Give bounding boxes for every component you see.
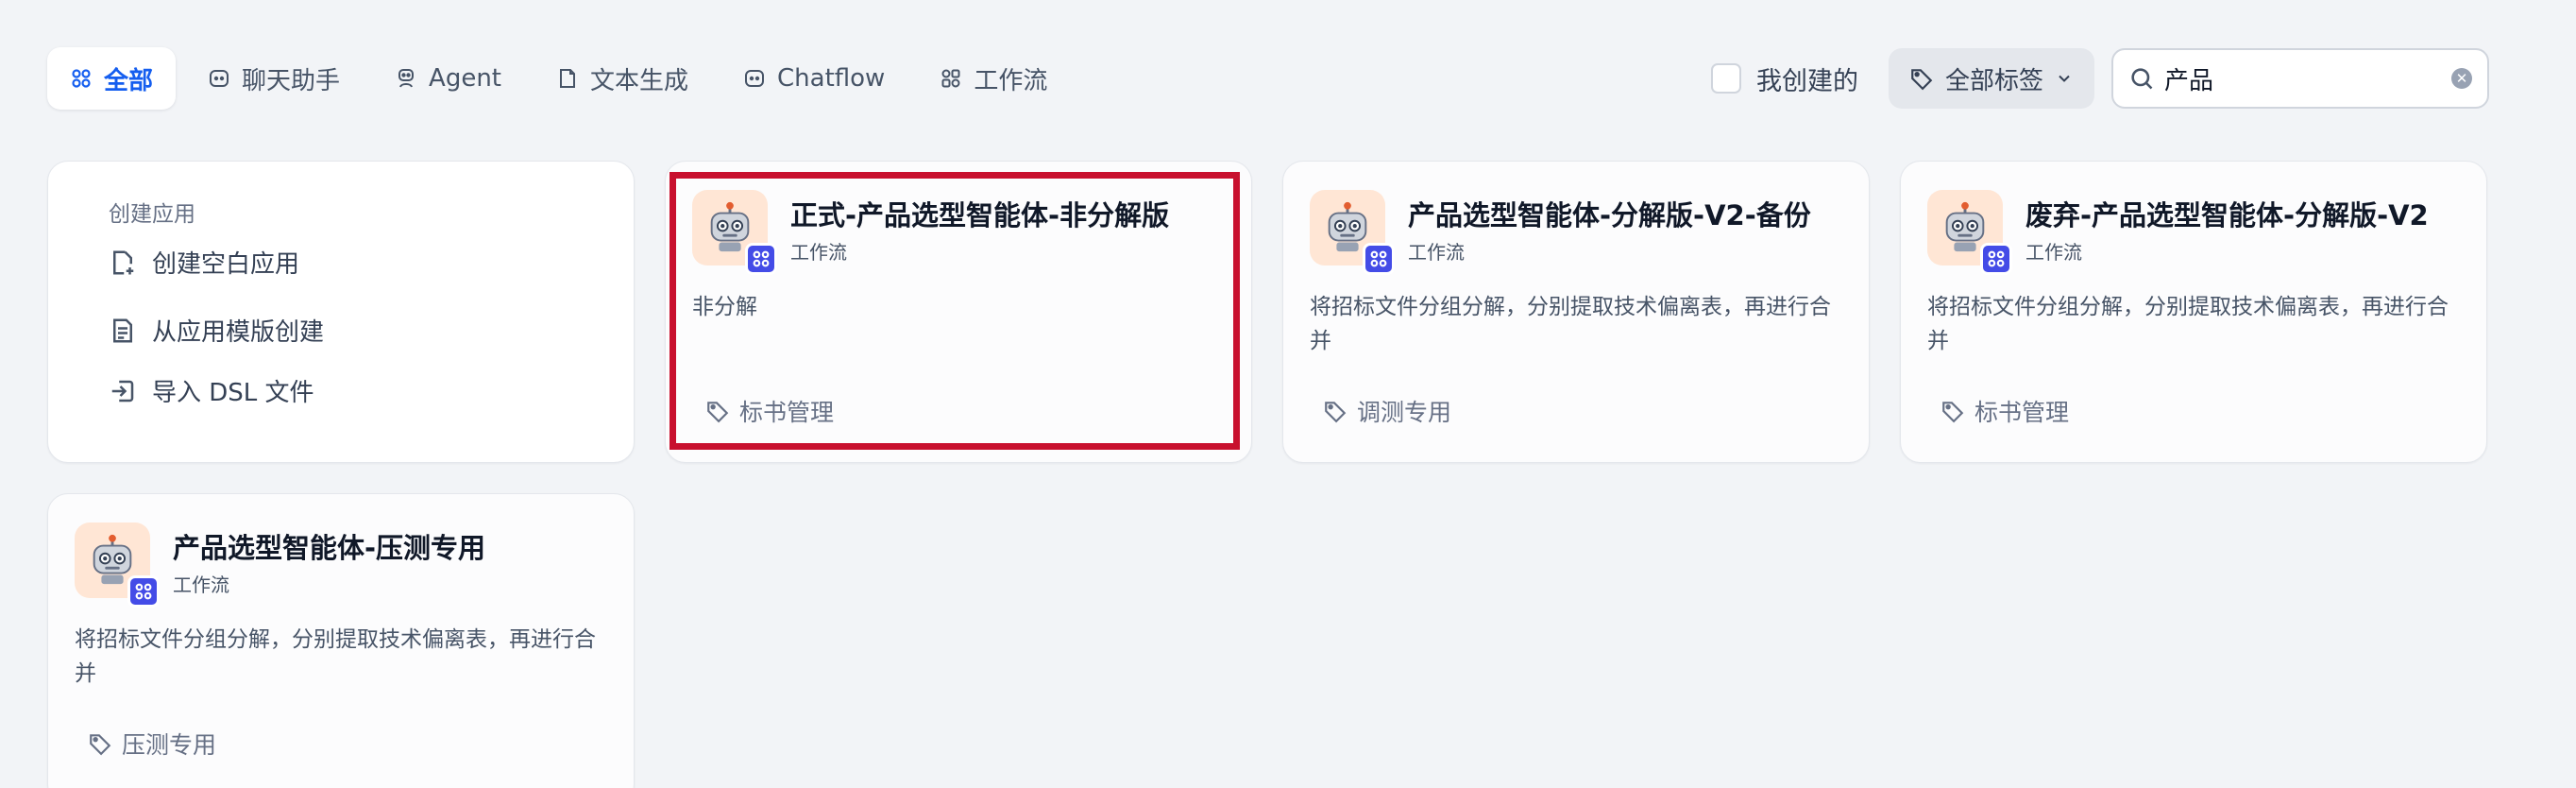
create-item-label: 创建空白应用: [152, 250, 300, 279]
created-by-me-label: 我创建的: [1755, 66, 1858, 96]
tag-icon: [90, 734, 111, 756]
template-icon: [113, 318, 132, 342]
tab-label: 工作流: [974, 66, 1048, 95]
app-description: 将招标文件分组分解，分别提取技术偏离表，再进行合并: [1927, 295, 2449, 353]
app-description: 非分解: [692, 295, 757, 319]
tag-icon: [707, 402, 729, 423]
chat-bot-icon: [210, 70, 229, 87]
tab-workflow[interactable]: 工作流: [917, 47, 1070, 110]
workflow-badge-icon: [127, 575, 160, 608]
app-name: 产品选型智能体-分解版-V2-备份: [1408, 199, 1811, 231]
tab-text-generation[interactable]: 文本生成: [534, 47, 711, 110]
import-icon: [111, 380, 134, 402]
import-dsl-button[interactable]: 导入 DSL 文件: [109, 373, 314, 408]
app-tag-label: 标书管理: [1974, 399, 2070, 426]
app-tag[interactable]: 调测专用: [1323, 394, 1451, 428]
app-description: 将招标文件分组分解，分别提取技术偏离表，再进行合并: [75, 627, 596, 686]
app-card[interactable]: 产品选型智能体-压测专用 工作流 将招标文件分组分解，分别提取技术偏离表，再进行…: [47, 493, 635, 788]
search-icon: [2131, 68, 2153, 90]
app-icon: [1927, 190, 2012, 275]
file-plus-icon: [113, 250, 134, 274]
app-mode: 工作流: [173, 574, 229, 596]
create-item-label: 从应用模版创建: [152, 318, 325, 347]
search-box: ✕: [2111, 48, 2489, 109]
filter-bar: 我创建的 全部标签 ✕: [1710, 48, 2489, 109]
tab-label: 聊天助手: [242, 66, 341, 95]
tag-icon: [1911, 69, 1933, 91]
clear-search-icon[interactable]: ✕: [2451, 68, 2472, 89]
app-mode: 工作流: [1408, 241, 1465, 264]
tag-filter-label: 全部标签: [1944, 66, 2043, 95]
tab-chatflow[interactable]: Chatflow: [720, 47, 907, 110]
app-name: 正式-产品选型智能体-非分解版: [790, 199, 1170, 231]
create-from-template-button[interactable]: 从应用模版创建: [109, 313, 324, 348]
tab-agent[interactable]: Agent: [372, 47, 524, 110]
tag-filter-dropdown[interactable]: 全部标签: [1888, 48, 2094, 109]
create-app-title: 创建应用: [109, 202, 195, 227]
tab-label: Chatflow: [777, 64, 886, 93]
tab-all[interactable]: 全部: [47, 47, 177, 110]
grid-icon: [72, 69, 91, 88]
chevron-down-icon: [2059, 75, 2070, 82]
create-item-label: 导入 DSL 文件: [152, 379, 314, 407]
create-app-card: 创建应用 创建空白应用 从应用模版创建 导入 DSL 文件: [47, 161, 635, 463]
app-mode: 工作流: [2025, 241, 2082, 264]
app-description: 将招标文件分组分解，分别提取技术偏离表，再进行合并: [1310, 295, 1831, 353]
app-icon: [75, 522, 160, 608]
tab-label: 全部: [104, 66, 154, 95]
tab-chat-assistant[interactable]: 聊天助手: [185, 47, 363, 110]
tag-icon: [1942, 402, 1964, 423]
app-tag-label: 调测专用: [1357, 399, 1452, 426]
app-toolbar: 全部 聊天助手 Agent 文本生成 Chatflow 工作流 我创建的 全部标…: [47, 46, 2489, 111]
app-icon: [1310, 190, 1395, 275]
document-icon: [560, 69, 575, 88]
app-name: 产品选型智能体-压测专用: [173, 532, 486, 564]
workflow-badge-icon: [1980, 243, 2012, 275]
app-card[interactable]: 正式-产品选型智能体-非分解版 工作流 非分解 标书管理: [665, 161, 1252, 463]
app-card[interactable]: 废弃-产品选型智能体-分解版-V2 工作流 将招标文件分组分解，分别提取技术偏离…: [1900, 161, 2487, 463]
app-tag-label: 标书管理: [739, 399, 835, 426]
created-by-me-filter[interactable]: 我创建的: [1710, 60, 1858, 97]
workflow-icon: [941, 69, 960, 88]
tab-label: 文本生成: [590, 66, 689, 95]
app-mode: 工作流: [790, 241, 847, 264]
created-by-me-checkbox[interactable]: [1710, 63, 1741, 94]
chatflow-icon: [745, 70, 765, 87]
app-card[interactable]: 产品选型智能体-分解版-V2-备份 工作流 将招标文件分组分解，分别提取技术偏离…: [1282, 161, 1870, 463]
app-name: 废弃-产品选型智能体-分解版-V2: [2025, 199, 2429, 231]
app-tag-label: 压测专用: [122, 731, 217, 759]
tab-label: Agent: [429, 64, 501, 93]
app-tag[interactable]: 压测专用: [88, 727, 216, 761]
app-type-tabs: 全部 聊天助手 Agent 文本生成 Chatflow 工作流: [47, 47, 1070, 110]
app-tag[interactable]: 标书管理: [705, 394, 834, 428]
app-icon: [692, 190, 777, 275]
search-input[interactable]: [2164, 64, 2442, 93]
tag-icon: [1325, 402, 1347, 423]
app-tag[interactable]: 标书管理: [1940, 394, 2069, 428]
workflow-badge-icon: [1363, 243, 1395, 275]
agent-icon: [398, 69, 415, 88]
workflow-badge-icon: [745, 243, 777, 275]
create-blank-app-button[interactable]: 创建空白应用: [109, 245, 299, 280]
